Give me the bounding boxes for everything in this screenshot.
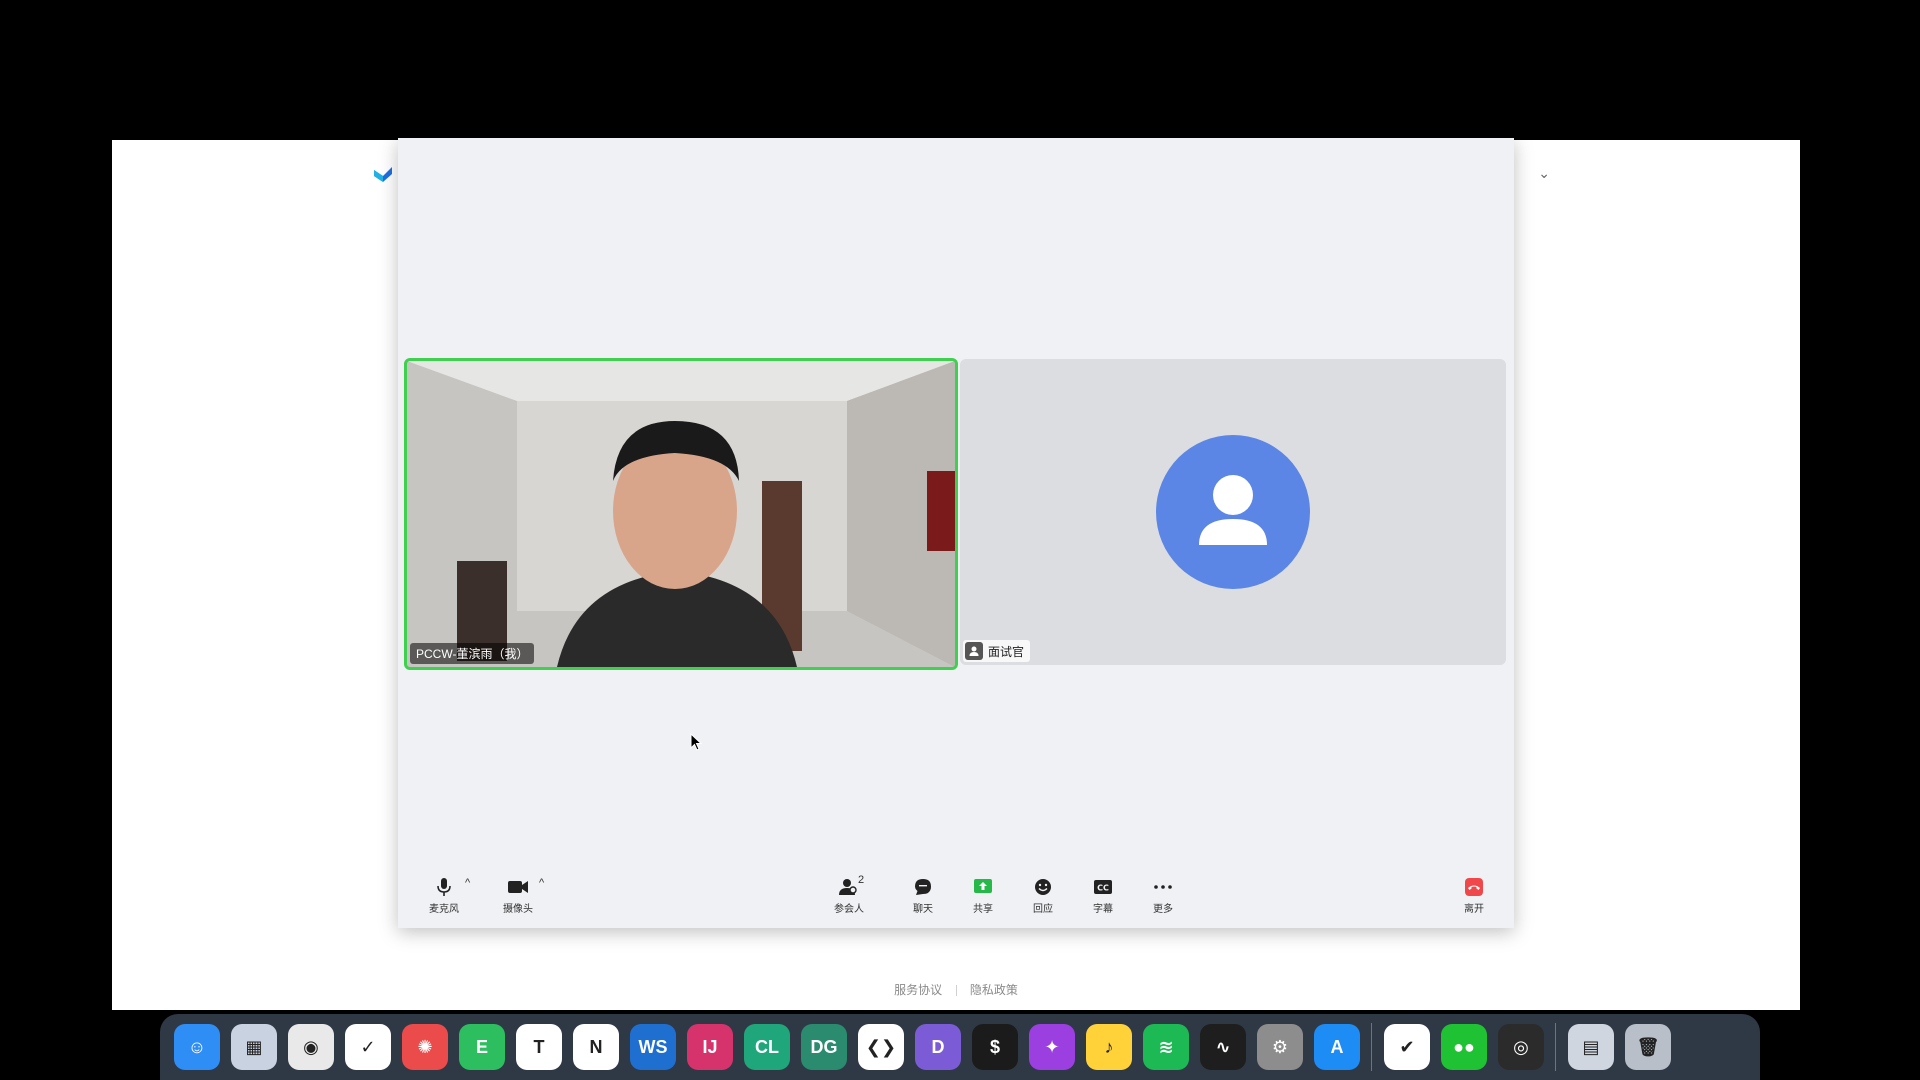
- dock-meeting-app-icon[interactable]: ✔: [1384, 1024, 1430, 1070]
- captions-icon: CC: [1092, 876, 1114, 898]
- dock-webstorm-icon[interactable]: WS: [630, 1024, 676, 1070]
- mic-label: 麦克风: [429, 904, 459, 915]
- terms-link[interactable]: 服务协议: [894, 983, 942, 997]
- dock: ☺ ▦ ◉ ✓ ✺ E T N WS IJ CL DG ❮❯ D $ ✦ ♪ ≋ ∿ ⚙ A ✔ ●● ◎ ▤ 🗑: [160, 1014, 1760, 1080]
- dock-vscode-icon[interactable]: ❮❯: [858, 1024, 904, 1070]
- dock-notion-icon[interactable]: N: [573, 1024, 619, 1070]
- participant-name-label: 面试官: [963, 640, 1031, 662]
- dock-obs-icon[interactable]: ◎: [1498, 1024, 1544, 1070]
- participant-name: 面试官: [988, 644, 1025, 659]
- dock-activity-monitor-icon[interactable]: ∿: [1200, 1024, 1246, 1070]
- dock-launchpad-icon[interactable]: ▦: [231, 1024, 277, 1070]
- dock-ticktick-icon[interactable]: ✓: [345, 1024, 391, 1070]
- captions-label: 字幕: [1093, 904, 1113, 915]
- dock-wechat-icon[interactable]: ●●: [1441, 1024, 1487, 1070]
- meeting-window: PCCW-董滨雨（我） 面试官 麦克风 ^ 摄像头 ^ 参会人 2 聊天 共享 …: [398, 138, 1514, 928]
- self-name-label: PCCW-董滨雨（我）: [410, 643, 535, 664]
- dock-finder-icon[interactable]: ☺: [174, 1024, 220, 1070]
- mic-button[interactable]: 麦克风: [416, 876, 472, 915]
- leave-icon: [1463, 876, 1485, 898]
- dock-trash-icon[interactable]: 🗑: [1625, 1024, 1671, 1070]
- microphone-icon: [433, 876, 455, 898]
- captions-button[interactable]: CC 字幕: [1075, 876, 1131, 915]
- svg-text:CC: CC: [1097, 884, 1109, 893]
- chat-label: 聊天: [913, 904, 933, 915]
- reactions-label: 回应: [1033, 904, 1053, 915]
- divider: [955, 985, 957, 997]
- dock-evernote-icon[interactable]: E: [459, 1024, 505, 1070]
- meeting-toolbar: 麦克风 ^ 摄像头 ^ 参会人 2 聊天 共享 回应 CC 字幕 更多 离开: [398, 866, 1514, 928]
- user-icon: [1199, 475, 1267, 545]
- dock-intellij-icon[interactable]: IJ: [687, 1024, 733, 1070]
- leave-label: 离开: [1464, 904, 1484, 915]
- app-logo-icon: [374, 167, 392, 182]
- reactions-button[interactable]: 回应: [1015, 876, 1071, 915]
- chat-icon: [912, 876, 934, 898]
- dock-clion-icon[interactable]: CL: [744, 1024, 790, 1070]
- camera-icon: [507, 876, 529, 898]
- more-button[interactable]: 更多: [1135, 876, 1191, 915]
- share-screen-icon: [972, 876, 994, 898]
- chat-button[interactable]: 聊天: [895, 876, 951, 915]
- camera-options-chevron-up-icon[interactable]: ^: [539, 877, 544, 889]
- camera-label: 摄像头: [503, 904, 533, 915]
- share-button[interactable]: 共享: [955, 876, 1011, 915]
- more-label: 更多: [1153, 904, 1173, 915]
- share-label: 共享: [973, 904, 993, 915]
- participant-tile[interactable]: 面试官: [960, 359, 1506, 665]
- dock-separator: [1555, 1023, 1556, 1071]
- dock-downloads-icon[interactable]: ▤: [1568, 1024, 1614, 1070]
- participants-label: 参会人: [834, 904, 864, 915]
- footer-links: 服务协议 隐私政策: [112, 981, 1800, 998]
- chevron-down-icon[interactable]: ⌄: [1538, 165, 1550, 182]
- dock-dash-icon[interactable]: D: [915, 1024, 961, 1070]
- leave-button[interactable]: 离开: [1446, 876, 1502, 915]
- self-video-feed: [407, 361, 955, 667]
- camera-button[interactable]: 摄像头: [490, 876, 546, 915]
- dock-terminal-icon[interactable]: $: [972, 1024, 1018, 1070]
- dock-spotify-icon[interactable]: ≋: [1143, 1024, 1189, 1070]
- user-icon: [965, 642, 983, 660]
- dock-toolbox-icon[interactable]: ✺: [402, 1024, 448, 1070]
- dock-system-settings-icon[interactable]: ⚙: [1257, 1024, 1303, 1070]
- mic-options-chevron-up-icon[interactable]: ^: [465, 877, 470, 889]
- dock-shortcuts-icon[interactable]: ✦: [1029, 1024, 1075, 1070]
- participants-icon: [838, 876, 860, 898]
- dock-music-app-icon[interactable]: ♪: [1086, 1024, 1132, 1070]
- dock-datagrip-icon[interactable]: DG: [801, 1024, 847, 1070]
- participants-button[interactable]: 参会人: [821, 876, 877, 915]
- dock-typora-icon[interactable]: T: [516, 1024, 562, 1070]
- avatar: [1156, 435, 1310, 589]
- self-video-tile[interactable]: PCCW-董滨雨（我）: [404, 358, 958, 670]
- participants-count: 2: [858, 874, 865, 886]
- dock-separator: [1371, 1023, 1372, 1071]
- privacy-link[interactable]: 隐私政策: [970, 983, 1018, 997]
- dock-app-store-icon[interactable]: A: [1314, 1024, 1360, 1070]
- dock-chrome-icon[interactable]: ◉: [288, 1024, 334, 1070]
- mouse-cursor-icon: [690, 733, 703, 751]
- more-icon: [1152, 876, 1174, 898]
- reaction-icon: [1032, 876, 1054, 898]
